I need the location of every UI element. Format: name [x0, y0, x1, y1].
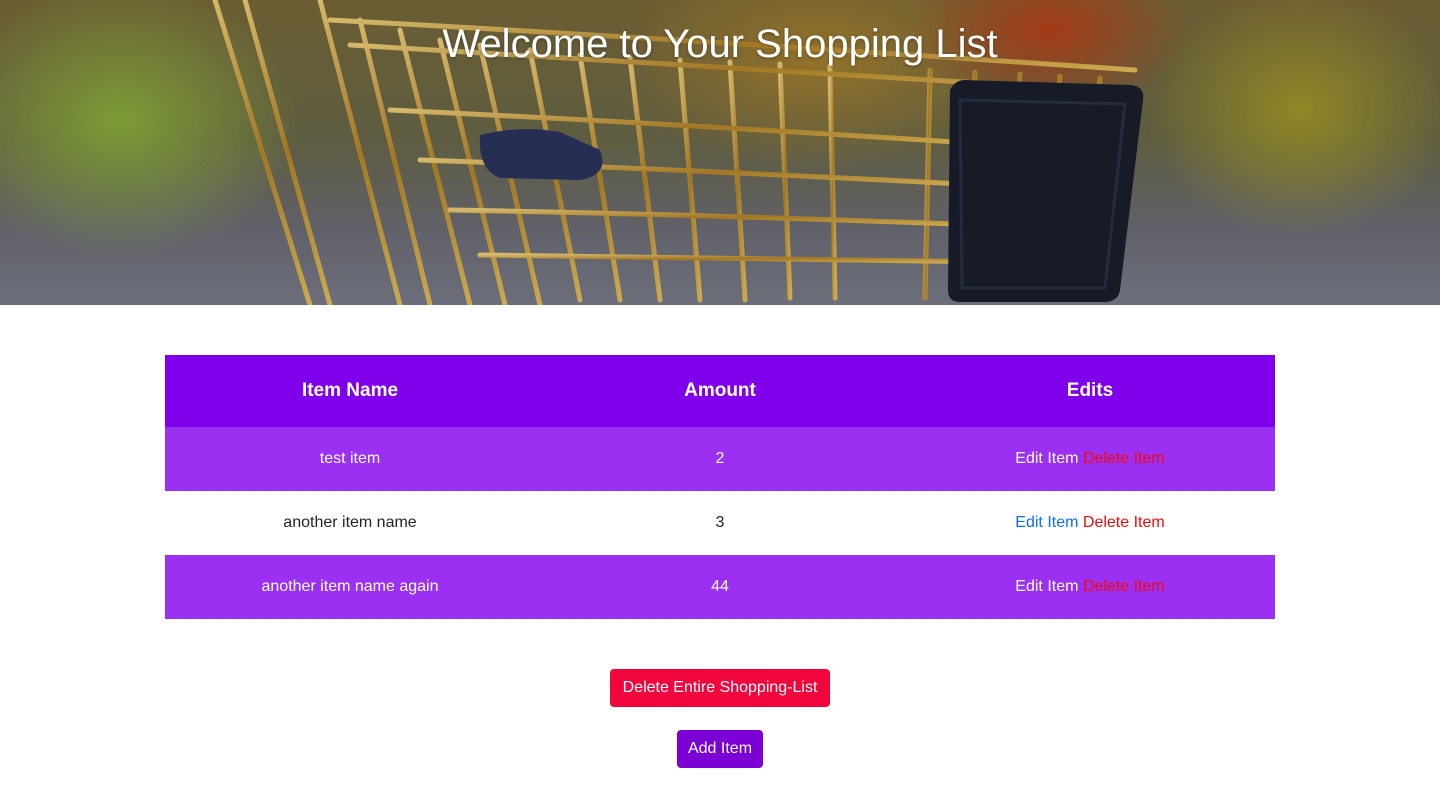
- delete-entire-list-button[interactable]: Delete Entire Shopping-List: [609, 669, 831, 707]
- column-header-edits: Edits: [1066, 380, 1114, 401]
- table-row: another item name 3 Edit Item Delete Ite…: [165, 491, 1275, 555]
- shopping-list-table: Item Name Amount Edits test item 2 Edit …: [165, 355, 1275, 619]
- column-header-amount: Amount: [684, 380, 756, 401]
- delete-item-link[interactable]: Delete Item: [1083, 514, 1165, 531]
- item-amount-cell: 2: [715, 450, 725, 467]
- table-header-row: Item Name Amount Edits: [165, 355, 1275, 427]
- item-edits-cell: Edit Item Delete Item: [905, 555, 1275, 619]
- item-name-cell: another item name: [283, 514, 417, 531]
- item-name-cell: another item name again: [261, 578, 439, 595]
- table-row: test item 2 Edit Item Delete Item: [165, 427, 1275, 491]
- column-header-item-name: Item Name: [301, 380, 399, 401]
- edit-item-link[interactable]: Edit Item: [1015, 578, 1078, 595]
- edit-item-link[interactable]: Edit Item: [1015, 450, 1078, 467]
- delete-item-link[interactable]: Delete Item: [1083, 578, 1165, 595]
- shopping-list-table-container: Item Name Amount Edits test item 2 Edit …: [165, 355, 1275, 619]
- edit-item-link[interactable]: Edit Item: [1015, 514, 1078, 531]
- item-amount-cell: 44: [711, 578, 729, 595]
- delete-item-link[interactable]: Delete Item: [1083, 450, 1165, 467]
- item-edits-cell: Edit Item Delete Item: [905, 491, 1275, 555]
- item-name-cell: test item: [319, 450, 381, 467]
- add-item-button[interactable]: Add Item: [676, 730, 764, 768]
- hero-banner: Welcome to Your Shopping List: [0, 0, 1440, 305]
- page-title: Welcome to Your Shopping List: [442, 22, 998, 66]
- table-row: another item name again 44 Edit Item Del…: [165, 555, 1275, 619]
- item-edits-cell: Edit Item Delete Item: [905, 427, 1275, 491]
- add-item-container: Add Item: [0, 730, 1440, 768]
- delete-all-container: Delete Entire Shopping-List: [0, 669, 1440, 707]
- item-amount-cell: 3: [715, 514, 725, 531]
